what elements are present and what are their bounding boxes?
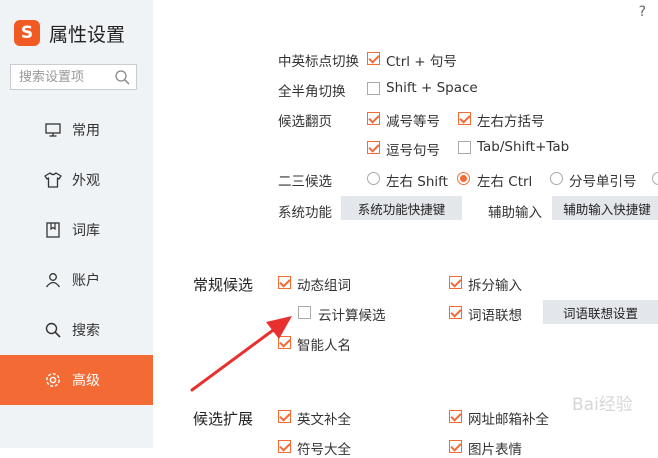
annotation-arrow-icon xyxy=(190,316,292,392)
